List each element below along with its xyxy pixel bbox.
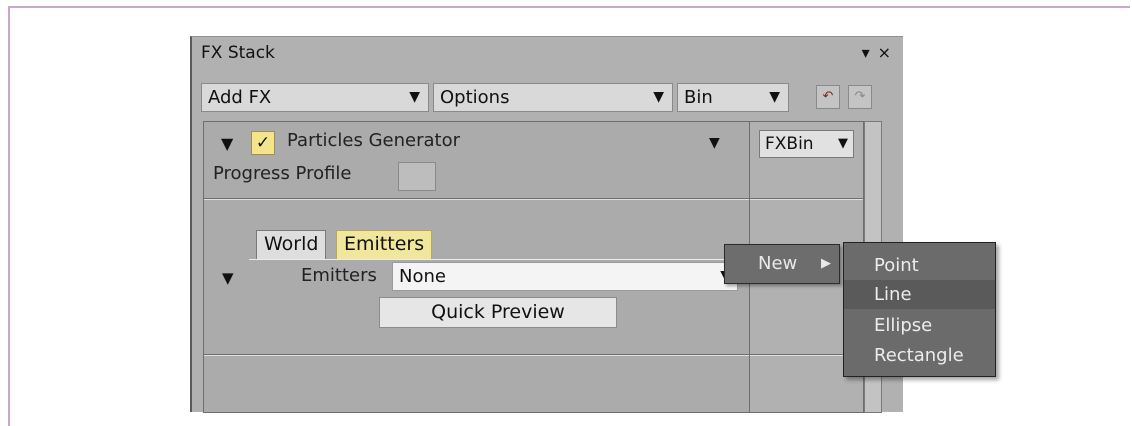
menu-item-new-label: New xyxy=(758,253,798,274)
progress-profile-swatch[interactable] xyxy=(398,162,436,191)
options-label: Options xyxy=(440,87,510,108)
fx-enabled-checkbox[interactable]: ✓ xyxy=(251,131,275,155)
tab-underline xyxy=(249,259,754,260)
divider xyxy=(750,198,863,200)
chevron-down-icon: ▼ xyxy=(409,89,420,105)
tab-emitters[interactable]: Emitters xyxy=(336,230,433,259)
bin-dropdown[interactable]: Bin ▼ xyxy=(677,83,789,112)
chevron-down-icon: ▼ xyxy=(769,89,780,105)
emitters-select[interactable]: None ▼ xyxy=(392,262,738,291)
emitters-label: Emitters xyxy=(301,265,377,286)
divider xyxy=(204,354,755,356)
menu-item-ellipse[interactable]: Ellipse xyxy=(844,311,995,340)
triangle-down-icon[interactable]: ▼ xyxy=(222,269,234,287)
new-submenu: Point Line Ellipse Rectangle xyxy=(843,242,996,377)
fx-name: Particles Generator xyxy=(287,130,461,151)
menu-item-line[interactable]: Line xyxy=(844,280,995,309)
redo-icon[interactable]: ↷ xyxy=(848,85,872,109)
fxbin-label: FXBin xyxy=(765,134,814,154)
panel-menu-icon[interactable]: ▾ xyxy=(862,43,870,62)
submenu-arrow-icon: ▶ xyxy=(821,256,831,271)
panel-title-buttons: ▾ × xyxy=(862,43,891,62)
triangle-down-icon[interactable]: ▼ xyxy=(221,134,233,153)
fx-menu-chevron-icon[interactable]: ▼ xyxy=(709,135,720,151)
chevron-down-icon: ▼ xyxy=(838,136,848,151)
panel-title: FX Stack xyxy=(201,43,275,63)
divider xyxy=(204,198,755,200)
tab-world[interactable]: World xyxy=(256,230,327,259)
fxbin-button[interactable]: FXBin ▼ xyxy=(759,130,854,158)
menu-item-rectangle[interactable]: Rectangle xyxy=(844,341,995,370)
checkmark-icon: ✓ xyxy=(255,133,271,153)
add-fx-dropdown[interactable]: Add FX ▼ xyxy=(201,83,429,112)
quick-preview-button[interactable]: Quick Preview xyxy=(379,297,617,328)
options-dropdown[interactable]: Options ▼ xyxy=(433,83,673,112)
close-icon[interactable]: × xyxy=(878,43,891,62)
menu-item-point[interactable]: Point xyxy=(844,251,995,280)
fx-content-area: ▼ ✓ Particles Generator ▼ Progress Profi… xyxy=(203,121,756,413)
bin-label: Bin xyxy=(684,87,713,108)
fx-stack-panel: FX Stack ▾ × Add FX ▼ Options ▼ Bin ▼ ↶ … xyxy=(190,36,903,413)
undo-icon[interactable]: ↶ xyxy=(816,85,840,109)
chevron-down-icon: ▼ xyxy=(653,89,664,105)
progress-profile-label: Progress Profile xyxy=(213,163,352,184)
emitters-value: None xyxy=(399,266,446,287)
add-fx-label: Add FX xyxy=(208,87,272,108)
context-menu-new[interactable]: New ▶ xyxy=(724,244,840,284)
